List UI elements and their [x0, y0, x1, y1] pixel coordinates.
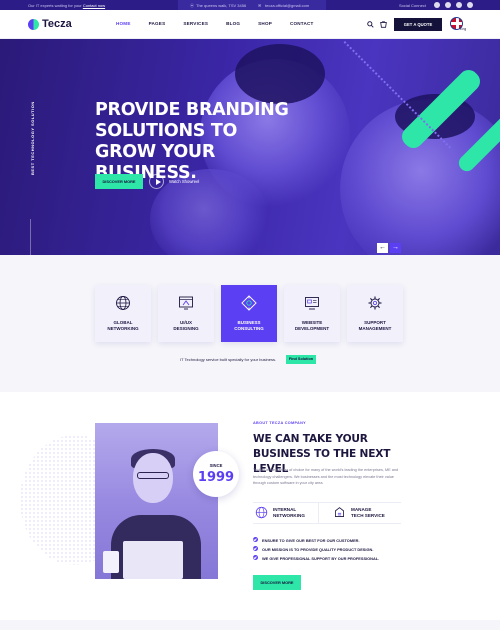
prev-arrow-icon[interactable]: ←	[377, 243, 388, 253]
location-pin-icon: ⦿	[190, 3, 194, 8]
service-card-label: SUPPORT MANAGEMENT	[358, 320, 392, 331]
about-discover-button[interactable]: DISCOVER MORE	[253, 575, 301, 590]
hero-discover-button[interactable]: DISCOVER MORE	[95, 174, 143, 189]
list-item: OUR MISSION IS TO PROVIDE QUALITY PRODUC…	[253, 546, 413, 552]
consulting-icon	[241, 295, 257, 311]
design-icon	[179, 296, 193, 310]
top-info-bar: Our IT experts waiting for your Contact …	[0, 0, 500, 10]
service-card-label: WEBSITE DEVELOPMENT	[294, 320, 330, 331]
search-icon[interactable]	[367, 21, 374, 28]
check-icon	[253, 546, 258, 551]
watch-showreel-link[interactable]: Watch Showreel	[169, 179, 199, 184]
support-gear-icon	[368, 296, 382, 310]
bullet-text: WE GIVE PROFESSIONAL SUPPORT BY OUR PROF…	[262, 555, 380, 561]
next-arrow-icon[interactable]: →	[390, 243, 401, 253]
service-card-label: GLOBAL NETWORKING	[107, 320, 139, 331]
since-year: 1999	[197, 470, 235, 485]
network-globe-icon	[255, 506, 268, 519]
photo-laptop	[123, 541, 183, 579]
logo-mark-icon	[28, 18, 39, 30]
website-icon	[305, 297, 319, 310]
photo-cup	[103, 551, 119, 573]
topbar-message-text: Our IT experts waiting for your	[28, 3, 83, 8]
language-selector[interactable]: Eng	[460, 27, 466, 31]
main-nav: HOME PAGES SERVICES BLOG SHOP CONTACT	[116, 21, 332, 26]
play-icon[interactable]	[149, 174, 164, 189]
topbar-email[interactable]: tecza.official@gmail.com	[265, 3, 309, 8]
nav-contact[interactable]: CONTACT	[290, 21, 314, 26]
service-card-global-networking[interactable]: GLOBAL NETWORKING	[95, 285, 151, 342]
nav-home[interactable]: HOME	[116, 21, 131, 26]
service-card-uiux-designing[interactable]: UI/UX DESIGNING	[158, 285, 214, 342]
mail-icon: ✉	[258, 3, 262, 8]
next-section-strip	[0, 620, 500, 630]
feature-divider	[318, 502, 319, 524]
topbar-message: Our IT experts waiting for your Contact …	[28, 3, 105, 8]
get-a-quote-button[interactable]: GET A QUOTE	[394, 18, 442, 31]
hero-hair-shape	[235, 44, 325, 104]
feature-manage-tech-service: MANAGE TECH SERVICE	[351, 507, 385, 518]
logo[interactable]: Tecza	[28, 16, 72, 32]
twitter-icon[interactable]	[456, 2, 462, 8]
service-card-support-management[interactable]: SUPPORT MANAGEMENT	[347, 285, 403, 342]
instagram-icon[interactable]	[445, 2, 451, 8]
since-badge: SINCE 1999	[193, 451, 239, 497]
nav-pages[interactable]: PAGES	[149, 21, 166, 26]
hero-vertical-divider	[30, 219, 31, 255]
about-photo	[95, 423, 218, 579]
hero-vertical-label: BEST TECHNOLOGY SOLUTION	[30, 101, 35, 175]
about-subtitle: ABOUT TECZA COMPANY	[253, 421, 306, 425]
find-solution-button[interactable]: Find Solution	[286, 355, 316, 364]
bullet-text: OUR MISSION IS TO PROVIDE QUALITY PRODUC…	[262, 546, 374, 552]
check-icon	[253, 537, 258, 542]
manage-tech-icon	[335, 507, 344, 517]
photo-glasses	[137, 472, 169, 479]
about-description: Tecball is the partner of choice for man…	[253, 468, 399, 485]
logo-text: Tecza	[42, 18, 72, 30]
main-header: Tecza HOME PAGES SERVICES BLOG SHOP CONT…	[0, 10, 500, 39]
service-card-business-consulting[interactable]: BUSINESS CONSULTING	[221, 285, 277, 342]
nav-shop[interactable]: SHOP	[258, 21, 272, 26]
check-icon	[253, 555, 258, 560]
service-card-label: BUSINESS CONSULTING	[234, 320, 264, 331]
nav-blog[interactable]: BLOG	[226, 21, 240, 26]
topbar-contact-info: ⦿ The queens walk, TSV 3456 ✉ tecza.offi…	[178, 0, 326, 10]
facebook-icon[interactable]	[434, 2, 440, 8]
since-label: SINCE	[209, 463, 223, 468]
nav-services[interactable]: SERVICES	[183, 21, 208, 26]
list-item: ENSURE TO GIVE OUR BEST FOR OUR CUSTOMER…	[253, 537, 413, 543]
social-connect-label: Social Connect	[399, 3, 426, 8]
linkedin-icon[interactable]	[467, 2, 473, 8]
hero-title: PROVIDE BRANDING SOLUTIONS TO GROW YOUR …	[95, 100, 289, 183]
topbar-address: The queens walk, TSV 3456	[196, 3, 247, 8]
feature-internal-networking: INTERNAL NETWORKING	[273, 507, 305, 518]
globe-icon	[116, 296, 130, 310]
bullet-text: ENSURE TO GIVE OUR BEST FOR OUR CUSTOMER…	[262, 537, 360, 543]
contact-now-link[interactable]: Contact now	[83, 3, 105, 8]
service-card-website-development[interactable]: WEBSITE DEVELOPMENT	[284, 285, 340, 342]
services-tagline: IT Technology service built specially fo…	[180, 357, 277, 362]
list-item: WE GIVE PROFESSIONAL SUPPORT BY OUR PROF…	[253, 555, 413, 561]
service-card-label: UI/UX DESIGNING	[173, 320, 199, 331]
cart-icon[interactable]	[380, 21, 387, 28]
